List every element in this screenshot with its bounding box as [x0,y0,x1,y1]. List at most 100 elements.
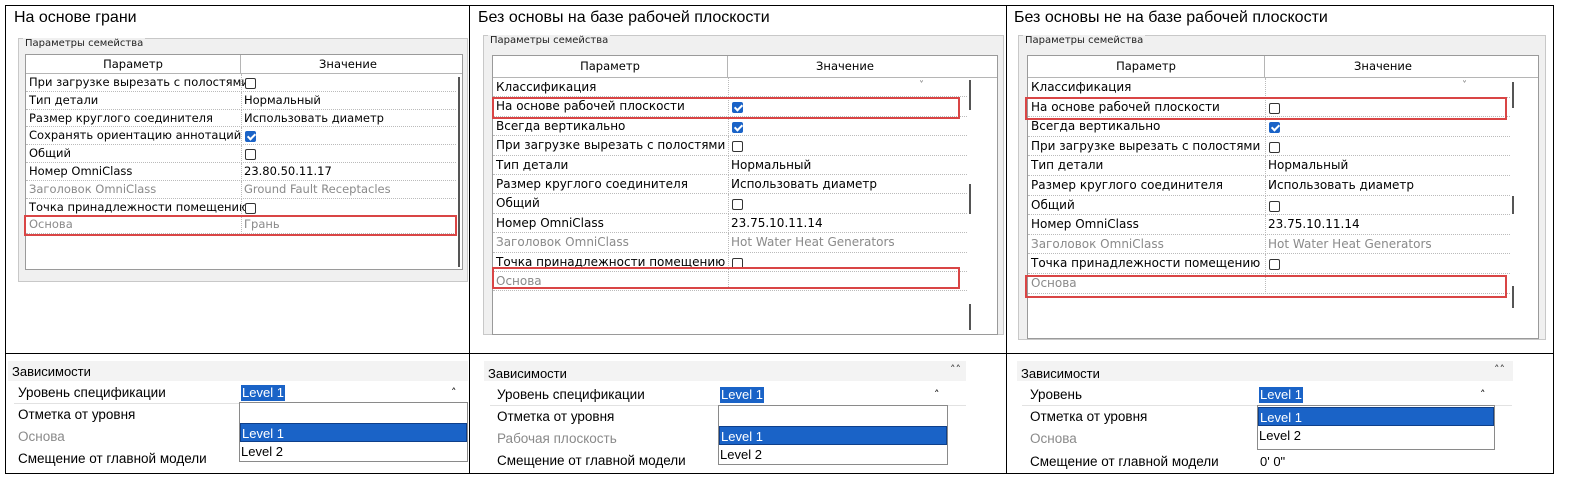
level-dropdown[interactable]: Level 1 Level 2 [718,405,948,465]
table-row[interactable]: Классификация ˅ [1028,78,1510,98]
level-option[interactable]: Level 2 [1258,426,1494,445]
table-row[interactable]: Заголовок OmniClass Hot Water Heat Genera… [493,233,967,253]
level-option[interactable]: Level 1 [240,423,467,442]
table-row[interactable]: Номер OmniClass 23.80.50.11.17 [26,163,456,181]
table-row[interactable]: При загрузке вырезать с полостями [493,136,967,156]
param-value[interactable]: Hot Water Heat Generators [1268,235,1432,255]
table-row[interactable]: Общий [1028,195,1510,216]
table-row[interactable]: Точка принадлежности помещению [1028,254,1510,274]
level-option[interactable]: Level 1 [719,426,947,445]
offset-label: Отметка от уровня [18,407,136,422]
table-row[interactable]: Тип детали Нормальный [26,91,456,110]
param-value[interactable]: Ground Fault Receptacles [244,181,391,199]
checkbox-unchecked-icon[interactable] [732,141,743,153]
caret-up-icon[interactable]: ˄ [451,386,457,399]
checkbox-unchecked-icon[interactable] [245,202,256,214]
level-dropdown[interactable]: Level 1 Level 2 [1257,405,1495,450]
param-value[interactable]: Использовать диаметр [1268,176,1414,196]
checkbox-unchecked-icon[interactable] [245,78,256,89]
checkbox-checked-icon[interactable] [1269,122,1280,134]
checkbox-unchecked-icon[interactable] [1269,141,1280,153]
param-name: Всегда вертикально [1031,119,1161,134]
scrollbar[interactable] [969,80,971,110]
section-constraints[interactable]: Зависимости [12,364,91,379]
param-value[interactable]: Использовать диаметр [244,110,384,128]
param-name: Заголовок OmniClass [1031,236,1164,251]
param-value[interactable]: Нормальный [1268,156,1348,176]
level-dropdown[interactable]: Level 1 Level 2 [239,402,468,462]
table-row[interactable]: Классификация ˅ [493,78,967,98]
scrollbar-thumb[interactable] [1512,286,1514,308]
table-row[interactable]: Номер OmniClass 23.75.10.11.14 [1028,215,1510,235]
header-value[interactable]: Значение [728,56,962,77]
scrollbar-thumb[interactable] [969,184,971,214]
table-row[interactable]: Всегда вертикально [1028,117,1510,137]
scrollbar[interactable] [458,77,460,267]
param-value[interactable]: Нормальный [244,92,321,110]
param-value[interactable]: 23.75.10.11.14 [1268,215,1360,235]
level-option[interactable]: Level 2 [240,442,467,461]
table-row[interactable]: Размер круглого соединителя Использовать … [493,175,967,195]
param-name: Размер круглого соединителя [29,110,213,125]
table-row[interactable]: Заголовок OmniClass Ground Fault Receptac… [26,180,456,199]
param-value[interactable]: Hot Water Heat Generators [731,233,895,252]
cell-separator [1265,215,1267,235]
table-row[interactable]: Номер OmniClass 23.75.10.11.14 [493,213,967,234]
table-row[interactable]: Заголовок OmniClass Hot Water Heat Genera… [1028,234,1510,255]
table-row[interactable]: Тип детали Нормальный [1028,156,1510,176]
param-value[interactable]: 23.80.50.11.17 [244,163,332,181]
header-param[interactable]: Параметр [1028,56,1264,77]
cell-separator [728,155,730,175]
table-row[interactable]: Всегда вертикально [493,116,967,137]
scrollbar-thumb[interactable] [1512,196,1514,214]
checkbox-unchecked-icon[interactable] [245,149,256,161]
level-selected-value[interactable]: Level 1 [720,387,764,403]
chevron-down-icon[interactable]: ˅ [919,80,924,91]
level-option[interactable]: Level 1 [1258,407,1494,426]
double-chevron-up-icon[interactable]: ˄˄ [1494,363,1505,376]
table-row[interactable]: Размер круглого соединителя Использовать … [1028,176,1510,196]
cell-separator [728,136,730,156]
table-row[interactable]: Общий [493,194,967,214]
param-name: Точка принадлежности помещению [1031,256,1261,271]
param-value[interactable]: Нормальный [731,156,811,175]
section-constraints[interactable]: Зависимости [1021,366,1100,381]
header-param[interactable]: Параметр [493,56,727,77]
cell-separator [728,194,730,214]
checkbox-checked-icon[interactable] [245,131,256,143]
level-selected-value[interactable]: Level 1 [1259,387,1303,403]
param-value[interactable]: 23.75.10.11.14 [731,214,823,233]
table-row[interactable]: Точка принадлежности помещению [26,198,456,217]
table-row[interactable]: Общий [26,145,456,163]
param-name: Размер круглого соединителя [496,177,688,191]
caret-up-icon[interactable]: ˄ [1480,388,1486,401]
checkbox-unchecked-icon[interactable] [1269,200,1280,212]
host-offset-value[interactable]: 0' 0" [1260,454,1285,469]
header-param[interactable]: Параметр [26,55,240,73]
host-label: Основа [1030,431,1077,446]
param-name: Тип детали [1031,158,1104,173]
table-row[interactable]: Сохранять ориентацию аннотаций [26,127,456,146]
column-title-face-based: На основе грани [14,9,137,26]
checkbox-checked-icon[interactable] [732,121,743,133]
header-value[interactable]: Значение [241,55,455,73]
double-chevron-up-icon[interactable]: ˄˄ [950,363,961,376]
scrollbar-thumb[interactable] [969,304,971,330]
level-option[interactable]: Level 2 [719,445,947,464]
checkbox-unchecked-icon[interactable] [732,199,743,211]
checkbox-unchecked-icon[interactable] [1269,259,1280,271]
table-row[interactable]: При загрузке вырезать с полостями [26,74,456,92]
scrollbar[interactable] [1512,82,1514,108]
level-selected-value[interactable]: Level 1 [241,385,285,401]
table-row[interactable]: Размер круглого соединителя Использовать … [26,109,456,128]
section-constraints[interactable]: Зависимости [488,366,567,381]
table-row[interactable]: При загрузке вырезать с полостями [1028,136,1510,157]
table-row[interactable]: Тип детали Нормальный [493,155,967,175]
header-value[interactable]: Значение [1265,56,1501,77]
caret-up-icon[interactable]: ˄ [934,388,940,401]
chevron-down-icon[interactable]: ˅ [1462,80,1467,91]
param-value[interactable]: Использовать диаметр [731,175,877,194]
param-name: При загрузке вырезать с полостями [1031,138,1261,153]
cell-separator [241,109,243,128]
cell-separator [1265,136,1267,157]
